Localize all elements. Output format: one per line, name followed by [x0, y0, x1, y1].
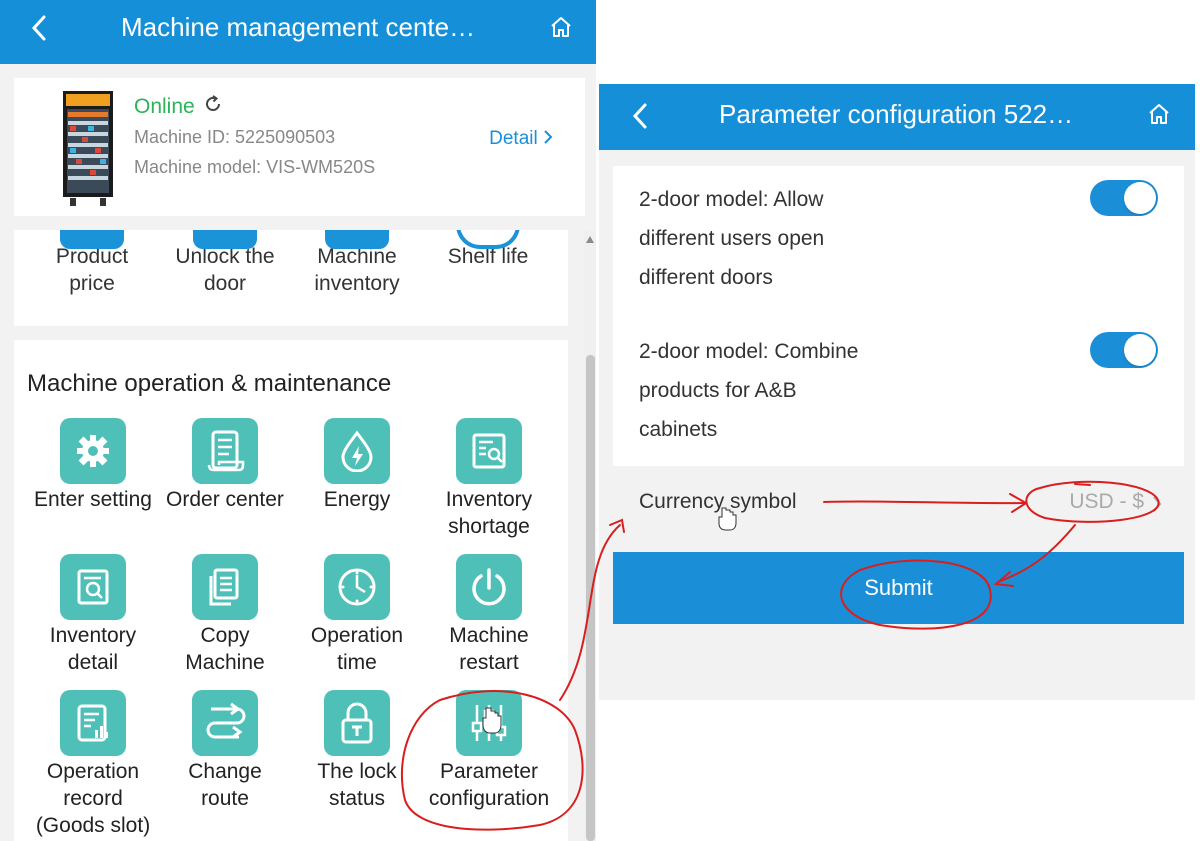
back-button[interactable] [30, 14, 48, 48]
feature-label: Unlock the door [175, 245, 275, 295]
op-operation-time[interactable]: Operation time [291, 554, 423, 676]
setting-label-allow-users: 2-door model: Allow different users open… [639, 188, 825, 289]
scroll-up-arrow-icon[interactable] [586, 236, 594, 243]
record-icon [60, 690, 126, 756]
gear-icon [60, 418, 126, 484]
op-enter-setting[interactable]: Enter setting [27, 418, 159, 513]
detail-link[interactable]: Detail [489, 128, 553, 150]
op-label: Machine restart [449, 624, 529, 674]
op-label: Inventory shortage [445, 488, 533, 538]
feature-icon [325, 230, 389, 249]
toggle-knob [1124, 334, 1156, 366]
machine-id: Machine ID: 5225090503 [134, 127, 336, 147]
op-label: Parameter configuration [428, 760, 550, 810]
sliders-icon [456, 690, 522, 756]
machine-model: Machine model: VIS-WM520S [134, 157, 376, 177]
parameter-configuration-screen: Parameter configuration 522… 2-door mode… [599, 84, 1195, 700]
op-label: Enter setting [34, 488, 152, 511]
document-search-icon [60, 554, 126, 620]
op-inventory-shortage[interactable]: Inventory shortage [423, 418, 555, 540]
toggle-settings-card: 2-door model: Allow different users open… [613, 166, 1184, 466]
refresh-icon[interactable] [203, 94, 223, 119]
feature-label: Product price [55, 245, 129, 295]
power-icon [456, 554, 522, 620]
home-button[interactable] [549, 15, 573, 44]
clock-icon [324, 554, 390, 620]
op-label: Operation record (Goods slot) [35, 760, 151, 837]
status-text: Online [134, 94, 195, 118]
feature-label: Machine inventory [314, 245, 400, 295]
toggle-combine-products[interactable] [1090, 332, 1158, 368]
op-change-route[interactable]: Change route [159, 690, 291, 812]
op-energy[interactable]: Energy [291, 418, 423, 513]
operations-card: Machine operation & maintenance Enter se… [14, 340, 568, 841]
detail-label: Detail [489, 128, 538, 149]
home-icon [1149, 104, 1169, 124]
op-inventory-detail[interactable]: Inventory detail [27, 554, 159, 676]
op-label: Order center [166, 488, 284, 511]
op-operation-record[interactable]: Operation record (Goods slot) [27, 690, 159, 839]
route-icon [192, 690, 258, 756]
currency-symbol-row[interactable]: Currency symbol USD - $ [613, 470, 1184, 534]
chevron-left-icon [31, 15, 46, 41]
home-button[interactable] [1147, 102, 1171, 131]
header-bar: Machine management cente… [0, 0, 596, 64]
chevron-left-icon [632, 103, 647, 129]
chevron-right-icon [544, 130, 553, 144]
feature-icon [193, 230, 257, 249]
op-label: Inventory detail [49, 624, 137, 674]
home-icon [551, 17, 571, 37]
scrollbar-thumb[interactable] [586, 355, 595, 841]
back-button[interactable] [631, 102, 649, 136]
currency-value: USD - $ [1069, 490, 1144, 513]
op-order-center[interactable]: Order center [159, 418, 291, 513]
op-copy-machine[interactable]: Copy Machine [159, 554, 291, 676]
feature-product-price[interactable]: Product price [32, 230, 152, 297]
op-label: Copy Machine [185, 624, 265, 674]
setting-label-combine-products: 2-door model: Combine products for A&B c… [639, 340, 859, 441]
header-bar: Parameter configuration 522… [599, 84, 1195, 150]
op-machine-restart[interactable]: Machine restart [423, 554, 555, 676]
machine-card: Online Machine ID: 5225090503 Machine mo… [14, 78, 585, 216]
vending-machine-image [62, 90, 114, 208]
op-label: Operation time [310, 624, 404, 674]
online-status: Online [134, 94, 223, 119]
op-label: Change route [188, 760, 262, 810]
toggle-knob [1124, 182, 1156, 214]
section-title: Machine operation & maintenance [27, 370, 392, 397]
op-lock-status[interactable]: The lock status [291, 690, 423, 812]
page-title: Machine management cente… [121, 12, 476, 42]
op-label: The lock status [317, 760, 397, 810]
feature-unlock-door[interactable]: Unlock the door [165, 230, 285, 297]
chevron-right-icon [1153, 496, 1162, 512]
copy-icon [192, 554, 258, 620]
feature-icon [60, 230, 124, 249]
scroll-icon [192, 418, 258, 484]
report-search-icon [456, 418, 522, 484]
toggle-allow-users[interactable] [1090, 180, 1158, 216]
submit-button[interactable]: Submit [613, 552, 1184, 624]
op-parameter-configuration[interactable]: Parameter configuration [423, 690, 555, 812]
op-label: Energy [323, 488, 391, 511]
feature-shelf-life[interactable]: Shelf life [428, 230, 548, 270]
page-title: Parameter configuration 522… [719, 99, 1074, 129]
machine-management-screen: Machine management cente… Online Machine… [0, 0, 596, 841]
feature-machine-inventory[interactable]: Machine inventory [297, 230, 417, 297]
energy-drop-icon [324, 418, 390, 484]
lock-icon [324, 690, 390, 756]
currency-label: Currency symbol [639, 490, 797, 513]
feature-grid: Product price Unlock the door Machine in… [14, 230, 568, 326]
